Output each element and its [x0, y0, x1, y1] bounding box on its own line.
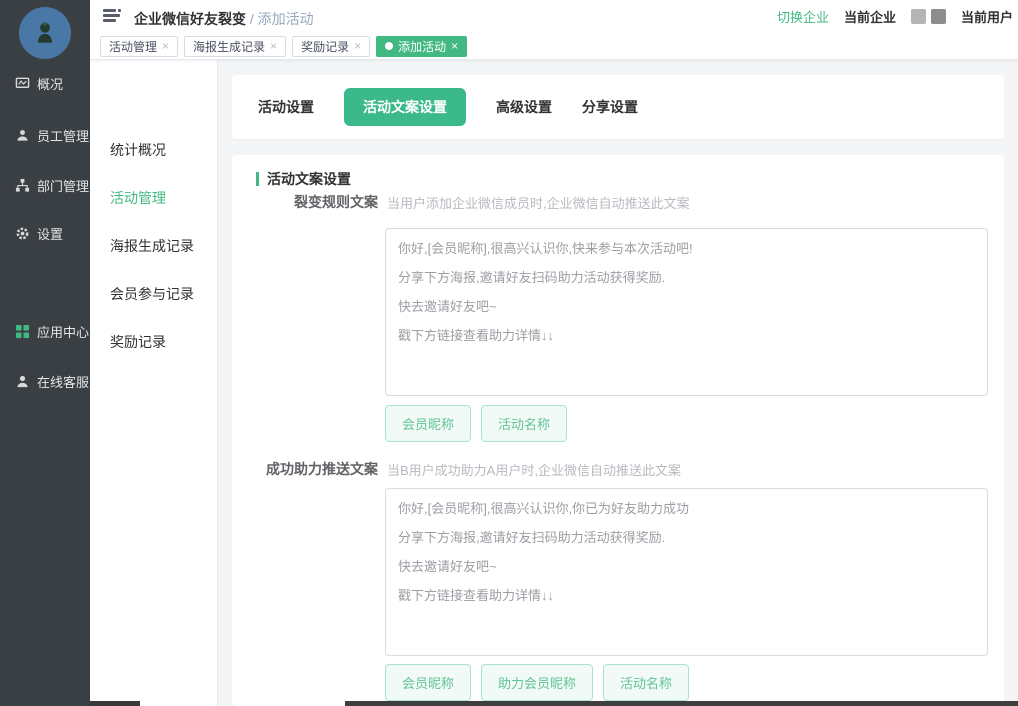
current-user-label: 当前用户: [961, 7, 1013, 26]
fission-rule-copy-textarea[interactable]: 你好,[会员昵称],很高兴认识你,快来参与本次活动吧! 分享下方海报,邀请好友扫…: [385, 228, 988, 396]
section-accent-bar: [256, 172, 259, 186]
sidebar-item-settings[interactable]: 设置: [0, 222, 90, 244]
settings-tabs-card: 活动设置 活动文案设置 高级设置 分享设置: [232, 75, 1004, 139]
tab-advanced-settings[interactable]: 高级设置: [496, 97, 552, 117]
header-actions: 切换企业 当前企业 当前用户: [777, 0, 1013, 33]
tag-poster-records[interactable]: 海报生成记录 ×: [184, 36, 286, 57]
insert-assist-member-nickname-button[interactable]: 助力会员昵称: [481, 664, 593, 701]
insert-activity-name-button[interactable]: 活动名称: [481, 405, 567, 442]
tag-label: 奖励记录: [301, 38, 349, 55]
tag-add-activity[interactable]: 添加活动 ×: [376, 36, 467, 57]
close-icon[interactable]: ×: [451, 40, 458, 52]
tab-activity-settings[interactable]: 活动设置: [258, 97, 314, 117]
main-content: 活动设置 活动文案设置 高级设置 分享设置 活动文案设置 裂变规则文案 当用户添…: [218, 60, 1018, 706]
submenu-item-poster-records[interactable]: 海报生成记录: [110, 236, 194, 256]
assist-success-copy-hint: 当B用户成功助力A用户时,企业微信自动推送此文案: [387, 460, 681, 479]
close-icon[interactable]: ×: [270, 40, 277, 52]
tag-reward-records[interactable]: 奖励记录 ×: [292, 36, 370, 57]
tag-label: 添加活动: [398, 38, 446, 55]
sidebar-item-label: 在线客服: [37, 372, 89, 391]
redacted-block: [911, 9, 926, 24]
sidebar-item-label: 应用中心: [37, 322, 89, 341]
support-icon: [15, 374, 30, 389]
close-icon[interactable]: ×: [162, 40, 169, 52]
company-avatar-redacted: [911, 9, 946, 24]
apps-icon: [15, 324, 30, 339]
top-header: 企业微信好友裂变 / 添加活动 切换企业 当前企业 当前用户: [90, 0, 1018, 33]
department-icon: [15, 178, 30, 193]
bottom-cutoff-strip: [345, 701, 1018, 706]
breadcrumb: 企业微信好友裂变 / 添加活动: [134, 9, 314, 29]
sidebar-item-departments[interactable]: 部门管理: [0, 174, 90, 196]
tags-view-bar: 活动管理 × 海报生成记录 × 奖励记录 × 添加活动 ×: [90, 33, 1018, 60]
section-header: 活动文案设置: [256, 169, 351, 189]
breadcrumb-separator: /: [250, 11, 254, 27]
app-logo[interactable]: [19, 7, 71, 59]
breadcrumb-root-link[interactable]: 企业微信好友裂变: [134, 11, 246, 27]
tab-activity-copy-settings[interactable]: 活动文案设置: [344, 88, 466, 126]
submenu-item-activity-management[interactable]: 活动管理: [110, 188, 166, 208]
submenu-item-reward-records[interactable]: 奖励记录: [110, 332, 166, 352]
insert-activity-name-button[interactable]: 活动名称: [603, 664, 689, 701]
tag-activity-management[interactable]: 活动管理 ×: [100, 36, 178, 57]
sidebar-item-employees[interactable]: 员工管理: [0, 124, 90, 146]
section-title: 活动文案设置: [267, 169, 351, 189]
insert-member-nickname-button[interactable]: 会员昵称: [385, 664, 471, 701]
active-dot-icon: [385, 42, 393, 50]
insert-variable-buttons: 会员昵称 助力会员昵称 活动名称: [385, 664, 689, 701]
submenu-item-member-participation[interactable]: 会员参与记录: [110, 284, 194, 304]
sidebar-item-online-support[interactable]: 在线客服: [0, 370, 90, 392]
assist-success-copy-textarea[interactable]: 你好,[会员昵称],很高兴认识你,你已为好友助力成功 分享下方海报,邀请好友扫码…: [385, 488, 988, 656]
assist-success-copy-label: 成功助力推送文案: [232, 459, 378, 479]
sidebar-item-label: 员工管理: [37, 126, 89, 145]
logo-emblem-icon: [31, 19, 59, 47]
fission-rule-copy-label: 裂变规则文案: [232, 192, 378, 212]
submenu-item-stats-overview[interactable]: 统计概况: [110, 140, 166, 160]
breadcrumb-current: 添加活动: [258, 11, 314, 27]
secondary-sidebar: 统计概况 活动管理 海报生成记录 会员参与记录 奖励记录: [90, 60, 218, 706]
tag-label: 海报生成记录: [193, 38, 265, 55]
sidebar-item-label: 部门管理: [37, 176, 89, 195]
insert-variable-buttons: 会员昵称 活动名称: [385, 405, 567, 442]
primary-sidebar: 概况 员工管理 部门管理 设置 应用中心: [0, 0, 90, 706]
copy-settings-card: 活动文案设置 裂变规则文案 当用户添加企业微信成员时,企业微信自动推送此文案 你…: [232, 155, 1004, 706]
fission-rule-copy-hint: 当用户添加企业微信成员时,企业微信自动推送此文案: [387, 193, 690, 212]
close-icon[interactable]: ×: [354, 40, 361, 52]
sidebar-item-app-center[interactable]: 应用中心: [0, 320, 90, 342]
switch-company-link[interactable]: 切换企业: [777, 7, 829, 26]
sidebar-item-overview[interactable]: 概况: [0, 72, 90, 94]
sidebar-item-label: 设置: [37, 224, 63, 243]
tag-label: 活动管理: [109, 38, 157, 55]
dashboard-icon: [15, 76, 30, 91]
sidebar-item-label: 概况: [37, 74, 63, 93]
redacted-block: [931, 9, 946, 24]
employee-icon: [15, 128, 30, 143]
hamburger-icon[interactable]: [103, 9, 121, 23]
gear-icon: [15, 226, 30, 241]
current-company-label: 当前企业: [844, 7, 896, 26]
tab-share-settings[interactable]: 分享设置: [582, 97, 638, 117]
bottom-cutoff-strip: [90, 701, 140, 706]
insert-member-nickname-button[interactable]: 会员昵称: [385, 405, 471, 442]
